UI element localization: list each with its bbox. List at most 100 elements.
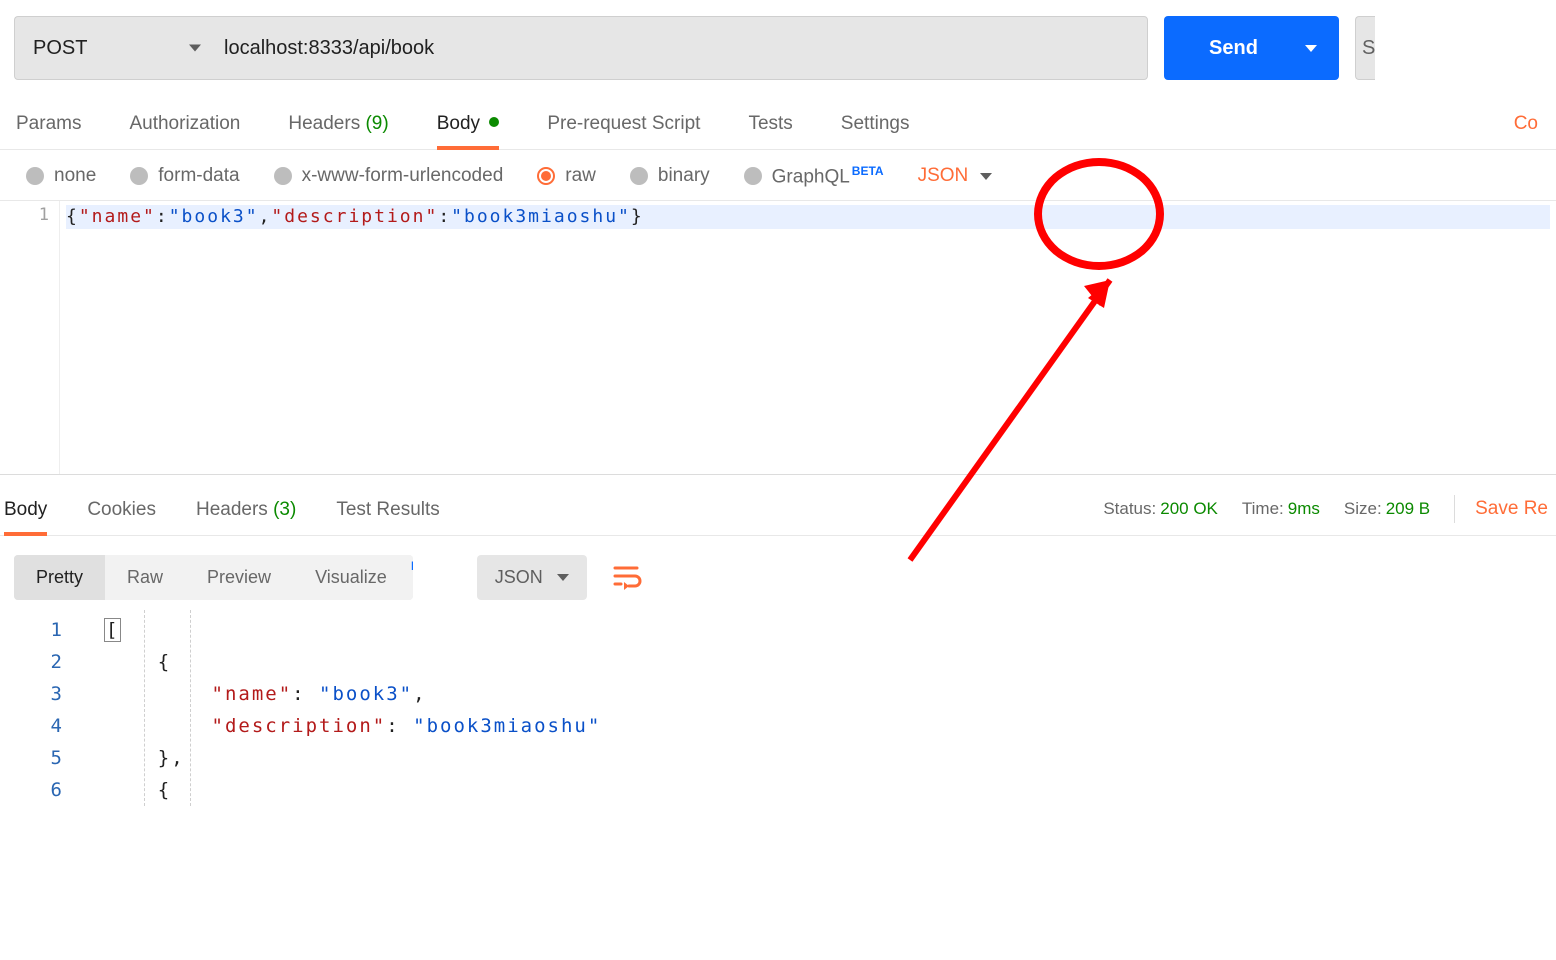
- tab-params[interactable]: Params: [14, 99, 105, 149]
- chevron-down-icon: [980, 173, 992, 180]
- tab-headers[interactable]: Headers (9): [264, 99, 412, 149]
- tab-pre-request-script[interactable]: Pre-request Script: [523, 99, 724, 149]
- send-button[interactable]: Send: [1164, 16, 1339, 80]
- body-type-binary[interactable]: binary: [630, 165, 710, 187]
- code-line: {: [104, 774, 1556, 806]
- response-format-select[interactable]: JSON: [477, 555, 587, 600]
- response-view-controls: Pretty Raw Preview Visualize BETA JSON: [0, 536, 1556, 610]
- body-type-x-www-form-urlencoded[interactable]: x-www-form-urlencoded: [274, 165, 504, 187]
- http-method-select[interactable]: POST: [14, 16, 219, 80]
- save-response-button[interactable]: Save Re: [1454, 495, 1548, 523]
- view-raw-button[interactable]: Raw: [105, 555, 185, 600]
- body-type-label: x-www-form-urlencoded: [302, 165, 504, 187]
- response-code-area[interactable]: [ { "name": "book3", "description": "boo…: [90, 610, 1556, 806]
- body-type-raw[interactable]: raw: [537, 165, 596, 187]
- tab-body-label: Body: [437, 113, 480, 134]
- response-status: Status:200 OK: [1103, 499, 1218, 519]
- request-url-input[interactable]: localhost:8333/api/book: [203, 16, 1148, 80]
- radio-icon: [630, 167, 648, 185]
- line-number: 1: [0, 205, 49, 225]
- tab-settings[interactable]: Settings: [817, 99, 934, 149]
- response-time: Time:9ms: [1242, 499, 1320, 519]
- response-body-editor[interactable]: 1 2 3 4 5 6 [ { "name": "book3", "descri…: [0, 610, 1556, 806]
- body-format-value: JSON: [918, 165, 969, 187]
- beta-badge: BETA: [411, 559, 413, 573]
- wrap-lines-button[interactable]: [605, 554, 651, 600]
- send-button-label: Send: [1209, 37, 1258, 60]
- editor-code-area[interactable]: {"name":"book3","description":"book3miao…: [60, 201, 1556, 474]
- save-button-label: S: [1362, 37, 1375, 60]
- save-button[interactable]: S: [1355, 16, 1375, 80]
- beta-badge: BETA: [852, 164, 884, 178]
- line-number: 3: [0, 678, 64, 710]
- line-number: 6: [0, 774, 64, 806]
- radio-selected-icon: [537, 167, 555, 185]
- time-value: 9ms: [1288, 499, 1320, 518]
- body-type-label: GraphQL: [772, 166, 850, 187]
- tab-tests[interactable]: Tests: [724, 99, 816, 149]
- body-type-form-data[interactable]: form-data: [130, 165, 239, 187]
- chevron-down-icon[interactable]: [1305, 45, 1317, 52]
- code-line[interactable]: {"name":"book3","description":"book3miao…: [66, 205, 1550, 229]
- body-format-select[interactable]: JSON: [918, 165, 993, 187]
- line-number: 4: [0, 710, 64, 742]
- size-label: Size:: [1344, 499, 1382, 518]
- view-visualize-label: Visualize: [315, 567, 387, 587]
- request-tabs: Params Authorization Headers (9) Body Pr…: [0, 94, 1556, 150]
- response-tab-headers-count: (3): [273, 499, 296, 520]
- body-type-label: raw: [565, 165, 596, 187]
- status-label: Status:: [1103, 499, 1156, 518]
- response-tab-cookies[interactable]: Cookies: [67, 485, 176, 535]
- tab-headers-label: Headers: [288, 113, 360, 134]
- view-preview-button[interactable]: Preview: [185, 555, 293, 600]
- size-value: 209 B: [1386, 499, 1430, 518]
- http-method-value: POST: [33, 37, 87, 60]
- line-number: 5: [0, 742, 64, 774]
- chevron-down-icon: [557, 574, 569, 581]
- view-pretty-button[interactable]: Pretty: [14, 555, 105, 600]
- request-row: POST localhost:8333/api/book Send S: [0, 0, 1556, 94]
- tab-body[interactable]: Body: [413, 99, 524, 149]
- time-label: Time:: [1242, 499, 1284, 518]
- status-value: 200 OK: [1160, 499, 1218, 518]
- radio-icon: [26, 167, 44, 185]
- response-tab-headers-label: Headers: [196, 499, 268, 520]
- response-tab-body[interactable]: Body: [4, 485, 67, 535]
- tab-authorization[interactable]: Authorization: [105, 99, 264, 149]
- view-visualize-button[interactable]: Visualize: [293, 555, 413, 600]
- code-line: "description": "book3miaoshu": [104, 710, 1556, 742]
- body-type-none[interactable]: none: [26, 165, 96, 187]
- code-line: },: [104, 742, 1556, 774]
- chevron-down-icon: [189, 45, 201, 52]
- response-tab-test-results[interactable]: Test Results: [316, 485, 459, 535]
- body-modified-indicator: [489, 117, 499, 127]
- response-view-mode-group: Pretty Raw Preview Visualize BETA: [14, 555, 413, 600]
- line-number: 2: [0, 646, 64, 678]
- cookies-link[interactable]: Co: [1510, 99, 1542, 149]
- code-line: {: [104, 646, 1556, 678]
- body-type-graphql[interactable]: GraphQLBETA: [744, 164, 884, 188]
- request-url-value: localhost:8333/api/book: [224, 37, 434, 60]
- radio-icon: [130, 167, 148, 185]
- body-type-label: none: [54, 165, 96, 187]
- tab-headers-count: (9): [365, 113, 388, 134]
- code-line: [: [104, 614, 1556, 646]
- code-line: "name": "book3",: [104, 678, 1556, 710]
- response-meta: Status:200 OK Time:9ms Size:209 B Save R…: [1103, 495, 1552, 535]
- radio-icon: [744, 167, 762, 185]
- response-tabs: Body Cookies Headers (3) Test Results St…: [0, 474, 1556, 536]
- view-visualize-wrap: Visualize BETA: [293, 555, 413, 600]
- response-tab-headers[interactable]: Headers (3): [176, 485, 316, 535]
- radio-icon: [274, 167, 292, 185]
- response-format-value: JSON: [495, 567, 543, 588]
- method-url-wrap: POST localhost:8333/api/book: [14, 16, 1148, 80]
- body-type-label: form-data: [158, 165, 239, 187]
- response-size: Size:209 B: [1344, 499, 1430, 519]
- request-body-editor[interactable]: 1 {"name":"book3","description":"book3mi…: [0, 201, 1556, 474]
- body-type-label: binary: [658, 165, 710, 187]
- wrap-icon: [613, 564, 643, 590]
- response-gutter: 1 2 3 4 5 6: [0, 610, 90, 806]
- editor-gutter: 1: [0, 201, 60, 474]
- body-type-row: none form-data x-www-form-urlencoded raw…: [0, 150, 1556, 201]
- line-number: 1: [0, 614, 64, 646]
